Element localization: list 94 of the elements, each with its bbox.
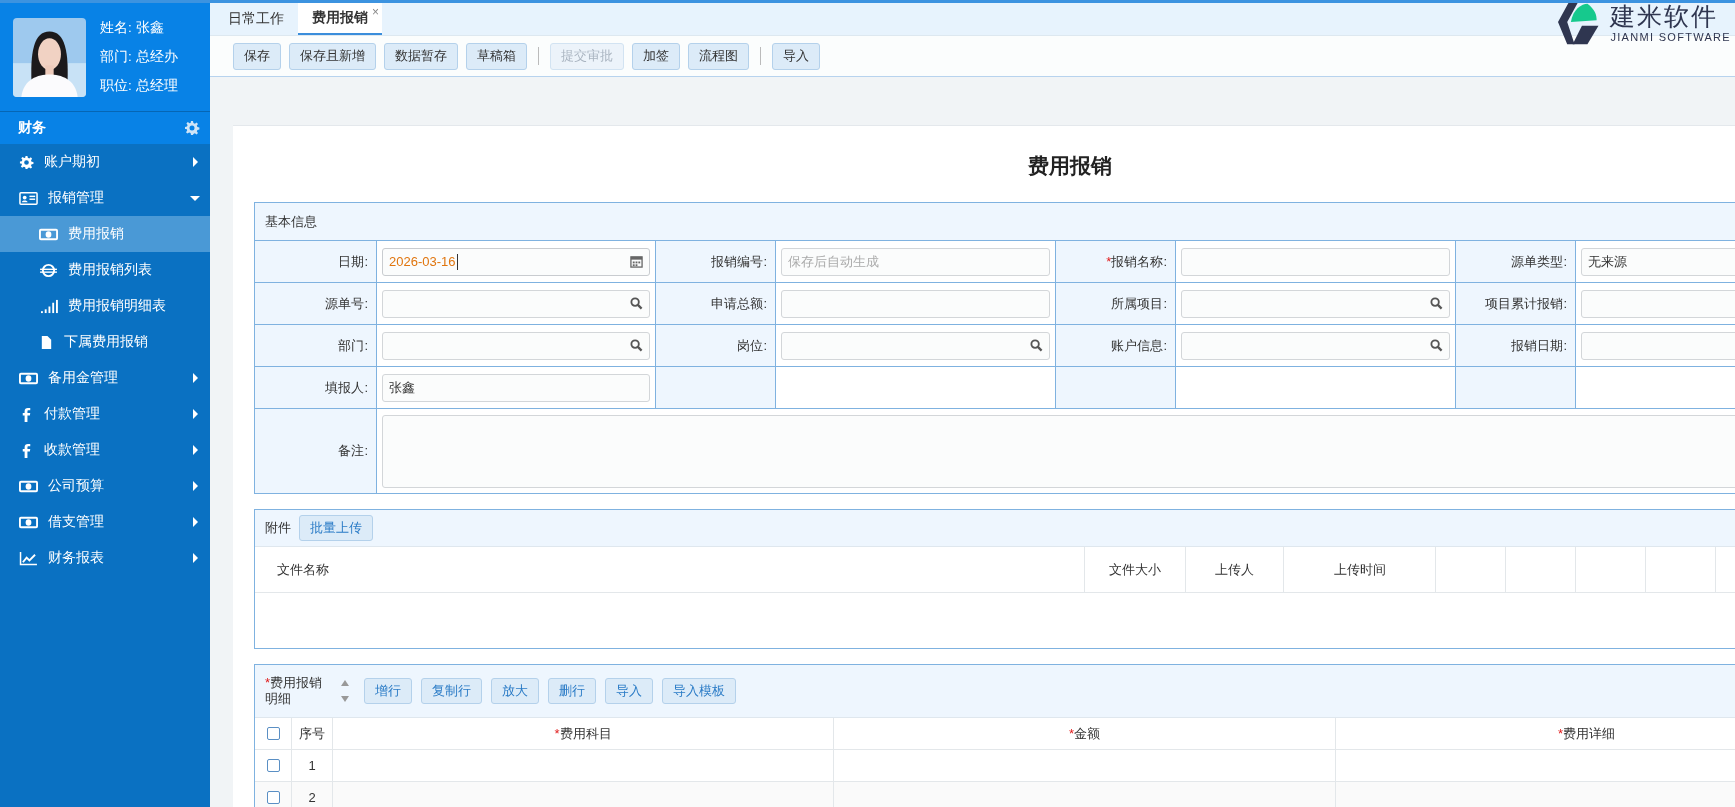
field-label: 账户信息: [1056,325,1176,367]
file-icon [39,334,54,350]
search-icon[interactable] [1430,297,1443,310]
row-number: 2 [292,782,333,807]
field-label: 申请总额: [656,283,776,325]
banknote-icon [19,370,38,386]
column-header: 上传人 [1186,547,1284,592]
search-field[interactable] [781,331,1050,360]
toolbar-button[interactable]: 流程图 [688,42,749,70]
field-label: 源单号: [255,283,377,325]
logo-tagline: JIANMI SOFTWARE [1610,31,1731,43]
toolbar-button[interactable]: 数据暂存 [384,42,458,70]
banknote-icon [19,514,38,530]
field-label: *报销名称: [1056,241,1176,283]
sort-arrows-icon[interactable] [340,678,350,704]
tab[interactable]: 日常工作 [214,3,298,35]
grid-button[interactable]: 删行 [548,678,596,704]
submenu-item[interactable]: 费用报销 [0,216,210,252]
column-header: 序号 [292,718,333,750]
upload-button[interactable]: 批量上传 [299,515,373,541]
remark-field[interactable] [382,414,1735,488]
text-field[interactable]: 无来源 [1581,247,1735,276]
grid-button[interactable]: 复制行 [421,678,482,704]
toolbar-button[interactable]: 保存 [233,42,281,70]
checkbox[interactable] [266,727,280,740]
submenu-item[interactable]: 费用报销列表 [0,252,210,288]
tab[interactable]: 费用报销 × [298,3,382,35]
toolbar-button[interactable]: 草稿箱 [466,42,527,70]
section-title: 基本信息 [265,212,317,231]
search-icon[interactable] [1030,339,1043,352]
field-label: 部门: [255,325,377,367]
menu-item[interactable]: 收款管理 [0,432,210,468]
field-label: 项目累计报销: [1456,283,1576,325]
search-icon[interactable] [630,297,643,310]
calendar-icon[interactable] [630,255,643,268]
text-field[interactable]: 张鑫 [382,373,650,402]
toolbar-button[interactable]: 保存且新增 [289,42,376,70]
search-icon[interactable] [630,339,643,352]
column-header: *金额 [834,718,1336,750]
checkbox[interactable] [266,759,280,772]
search-field[interactable] [1181,331,1450,360]
field-label: 所属项目: [1056,283,1176,325]
menu-item[interactable]: 公司预算 [0,468,210,504]
field-label: 日期: [255,241,377,283]
text-field[interactable] [1181,247,1450,276]
field-label: 源单类型: [1456,241,1576,283]
submenu-item[interactable]: 下属费用报销 [0,324,210,360]
banknote-icon [19,478,38,494]
field-label: 备注: [255,409,377,494]
column-header: 文件大小 [1085,547,1186,592]
form-title: 费用报销 [1026,153,1113,179]
search-field[interactable] [382,289,650,318]
grid-button[interactable]: 增行 [364,678,412,704]
menu-item[interactable]: 财务报表 [0,540,210,576]
field-label: 报销日期: [1456,325,1576,367]
circle-lines-icon [39,262,58,278]
column-header: *费用详细 [1336,718,1735,750]
toolbar-button[interactable]: 加签 [632,42,680,70]
user-name: 姓名: 张鑫 [100,19,165,37]
grid-button[interactable]: 导入 [605,678,653,704]
menu-item[interactable]: 借支管理 [0,504,210,540]
section-title: 附件 [265,519,291,537]
checkbox[interactable] [266,791,280,804]
search-field[interactable] [382,331,650,360]
search-icon[interactable] [1430,339,1443,352]
field-label: 岗位: [656,325,776,367]
banknote-icon [39,226,58,242]
grid-button[interactable]: 导入模板 [662,678,736,704]
section-title: *费用报销明细 [265,675,324,707]
text-field[interactable] [781,289,1050,318]
submenu-item[interactable]: 费用报销明细表 [0,288,210,324]
user-position: 职位: 总经理 [100,77,178,95]
user-department: 部门: 总经办 [100,48,178,66]
signal-bars-icon [39,298,58,314]
menu-item[interactable]: 报销管理 [0,180,210,216]
menu-item[interactable]: 备用金管理 [0,360,210,396]
logo-name: 建米软件 [1610,3,1720,31]
field-label: 填报人: [255,367,377,409]
line-chart-icon [19,550,38,566]
column-header: *费用科目 [333,718,834,750]
menu-item[interactable]: 账户期初 [0,144,210,180]
menu-item[interactable]: 付款管理 [0,396,210,432]
column-header: 文件名称 [255,547,1085,592]
close-icon[interactable]: × [372,5,379,19]
grid-button[interactable]: 放大 [491,678,539,704]
toolbar-button[interactable]: 导入 [772,42,820,70]
date-field[interactable]: 2026-03-16 [382,247,650,276]
module-title: 财务 [18,119,46,137]
search-field[interactable] [1181,289,1450,318]
field-label: 报销编号: [656,241,776,283]
gear-icon [19,154,34,170]
id-card-icon [19,190,38,206]
column-header: 上传时间 [1284,547,1436,592]
settings-icon[interactable] [184,120,200,136]
